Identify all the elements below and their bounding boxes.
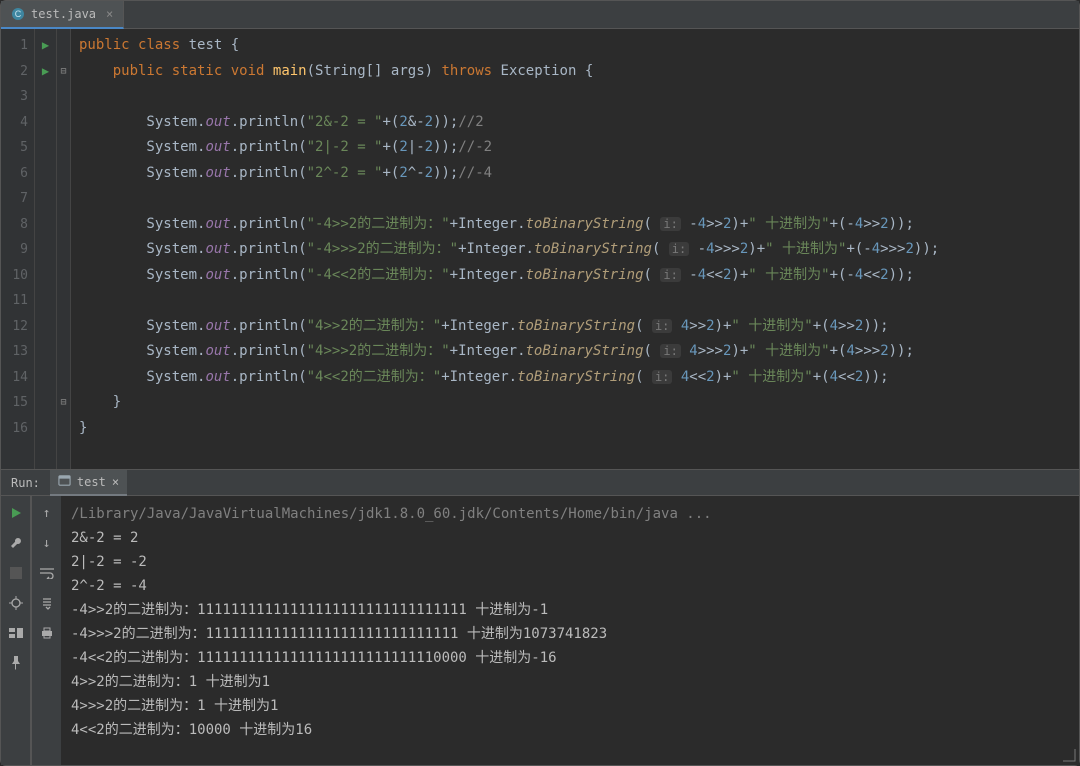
run-toolbar-right: ↑ ↓ (31, 496, 61, 765)
console-line: 4>>2的二进制为：1 十进制为1 (71, 670, 1069, 694)
line-number: 10 (1, 263, 28, 289)
code-line[interactable] (79, 288, 1079, 314)
code-line[interactable]: System.out.println("-4>>2的二进制为："+Integer… (79, 212, 1079, 238)
console-line: 4>>>2的二进制为：1 十进制为1 (71, 694, 1069, 718)
line-number: 5 (1, 135, 28, 161)
line-number: 3 (1, 84, 28, 110)
code-line[interactable]: public static void main(String[] args) t… (79, 59, 1079, 85)
console-line: 2&-2 = 2 (71, 526, 1069, 550)
line-number: 2 (1, 59, 28, 85)
rerun-button[interactable] (7, 504, 25, 522)
run-line-icon[interactable]: ▶ (35, 59, 56, 85)
code-line[interactable]: System.out.println("4>>2的二进制为："+Integer.… (79, 314, 1079, 340)
run-config-tab[interactable]: test × (50, 470, 127, 496)
stop-button[interactable] (7, 564, 25, 582)
wrench-icon[interactable] (7, 534, 25, 552)
code-line[interactable]: System.out.println("-4>>>2的二进制为："+Intege… (79, 237, 1079, 263)
run-config-name: test (77, 475, 106, 489)
console-line: -4>>>2的二进制为：1111111111111111111111111111… (71, 622, 1069, 646)
close-icon[interactable]: × (112, 475, 119, 489)
run-gutter: ▶▶ (35, 29, 57, 469)
run-config-icon (58, 474, 71, 490)
line-number: 8 (1, 212, 28, 238)
close-icon[interactable]: × (106, 7, 113, 21)
line-number: 15 (1, 390, 28, 416)
console-line: 2^-2 = -4 (71, 574, 1069, 598)
code-editor[interactable]: 12345678910111213141516 ▶▶ ⊟⊟ public cla… (1, 29, 1079, 469)
code-line[interactable]: System.out.println("2^-2 = "+(2^-2));//-… (79, 161, 1079, 187)
code-line[interactable]: } (79, 390, 1079, 416)
console-command: /Library/Java/JavaVirtualMachines/jdk1.8… (71, 502, 1069, 526)
svg-text:C: C (15, 9, 22, 19)
console-line: -4<<2的二进制为：11111111111111111111111111110… (71, 646, 1069, 670)
console-line: 2|-2 = -2 (71, 550, 1069, 574)
code-line[interactable] (79, 84, 1079, 110)
line-number-gutter: 12345678910111213141516 (1, 29, 35, 469)
run-label: Run: (11, 476, 40, 490)
line-number: 16 (1, 416, 28, 442)
line-number: 7 (1, 186, 28, 212)
line-number: 14 (1, 365, 28, 391)
run-line-icon[interactable]: ▶ (35, 33, 56, 59)
java-class-icon: C (11, 7, 25, 21)
fold-icon[interactable]: ⊟ (57, 59, 70, 85)
editor-tabs-bar: C test.java × (1, 1, 1079, 29)
line-number: 12 (1, 314, 28, 340)
code-line[interactable] (79, 186, 1079, 212)
console-line: 4<<2的二进制为：10000 十进制为16 (71, 718, 1069, 742)
layout-icon[interactable] (7, 624, 25, 642)
up-arrow-icon[interactable]: ↑ (38, 504, 56, 522)
run-toolbar-left (1, 496, 31, 765)
run-header: Run: test × (1, 470, 1079, 496)
run-body: ↑ ↓ /Library/Java/JavaVirtualMachines/jd… (1, 496, 1079, 765)
code-line[interactable]: System.out.println("2|-2 = "+(2|-2));//-… (79, 135, 1079, 161)
file-tab-test-java[interactable]: C test.java × (1, 1, 124, 29)
code-line[interactable]: System.out.println("-4<<2的二进制为："+Integer… (79, 263, 1079, 289)
line-number: 1 (1, 33, 28, 59)
code-line[interactable]: } (79, 416, 1079, 442)
console-line: -4>>2的二进制为：11111111111111111111111111111… (71, 598, 1069, 622)
code-line[interactable]: System.out.println("4<<2的二进制为："+Integer.… (79, 365, 1079, 391)
code-line[interactable]: System.out.println("4>>>2的二进制为："+Integer… (79, 339, 1079, 365)
console-output[interactable]: /Library/Java/JavaVirtualMachines/jdk1.8… (61, 496, 1079, 765)
down-arrow-icon[interactable]: ↓ (38, 534, 56, 552)
fold-gutter: ⊟⊟ (57, 29, 71, 469)
print-icon[interactable] (38, 624, 56, 642)
scroll-to-end-icon[interactable] (38, 594, 56, 612)
code-line[interactable]: System.out.println("2&-2 = "+(2&-2));//2 (79, 110, 1079, 136)
pin-icon[interactable] (7, 654, 25, 672)
code-area[interactable]: public class test { public static void m… (71, 29, 1079, 469)
fold-icon[interactable]: ⊟ (57, 390, 70, 416)
resize-grip-icon[interactable] (1062, 748, 1076, 762)
code-line[interactable]: public class test { (79, 33, 1079, 59)
soft-wrap-icon[interactable] (38, 564, 56, 582)
line-number: 9 (1, 237, 28, 263)
line-number: 4 (1, 110, 28, 136)
line-number: 11 (1, 288, 28, 314)
run-tool-window: Run: test × ↑ ↓ /Library/Java/JavaVirtua… (1, 469, 1079, 765)
debug-icon[interactable] (7, 594, 25, 612)
line-number: 6 (1, 161, 28, 187)
file-tab-label: test.java (31, 7, 96, 21)
line-number: 13 (1, 339, 28, 365)
